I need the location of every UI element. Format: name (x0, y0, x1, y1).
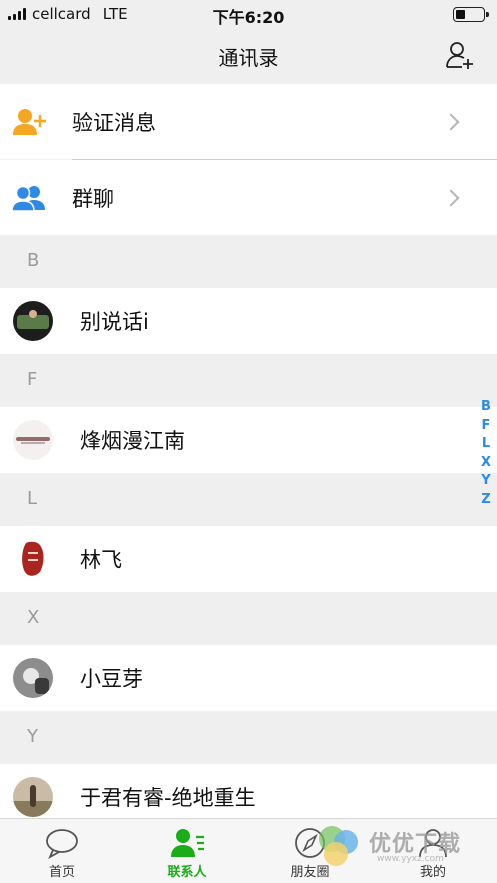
section-letter: B (27, 250, 40, 271)
group-chat-icon (12, 185, 45, 212)
avatar (13, 658, 53, 698)
contact-name: 小豆芽 (80, 667, 143, 691)
avatar (13, 539, 53, 579)
contacts-icon (171, 829, 204, 857)
section-header-y: Y (0, 711, 497, 764)
index-letter[interactable]: Z (481, 491, 490, 510)
battery-icon (453, 7, 489, 22)
tab-contacts[interactable]: 联系人 (127, 819, 247, 883)
avatar (13, 301, 53, 341)
watermark: 优优下载 www.yyxz.com (315, 822, 475, 870)
nav-bar: 通讯录 (0, 28, 497, 84)
section-header-f: F (0, 354, 497, 407)
section-header-l: L (0, 473, 497, 526)
chevron-right-icon (442, 189, 460, 206)
index-letter[interactable]: L (482, 435, 490, 454)
menu-item-group-chat[interactable]: 群聊 (0, 160, 497, 235)
menu-item-verify[interactable]: 验证消息 (0, 84, 497, 159)
contact-row[interactable]: 小豆芽 (0, 645, 497, 711)
index-letter[interactable]: X (481, 454, 491, 473)
verify-user-icon (13, 108, 46, 135)
tab-home[interactable]: 首页 (2, 819, 122, 883)
section-letter: Y (27, 726, 38, 747)
avatar (13, 777, 53, 817)
contacts-list: 验证消息 群聊 B 别说话i F 烽烟漫江南 L 林飞 X 小豆芽 Y 于君有睿… (0, 84, 497, 830)
menu-item-label: 群聊 (72, 186, 114, 211)
section-letter: F (27, 369, 38, 390)
chat-bubble-icon (46, 829, 78, 859)
avatar (13, 420, 53, 460)
seal-icon (22, 541, 44, 576)
alphabet-index[interactable]: B F L X Y Z (481, 398, 491, 509)
contact-row[interactable]: 林飞 (0, 526, 497, 592)
contact-name: 别说话i (80, 310, 149, 334)
chevron-right-icon (442, 113, 460, 130)
watermark-sub: www.yyxz.com (377, 854, 444, 864)
section-letter: X (27, 607, 40, 628)
section-letter: L (27, 488, 38, 509)
index-letter[interactable]: B (481, 398, 491, 417)
add-contact-icon[interactable] (445, 40, 475, 70)
index-letter[interactable]: Y (481, 472, 490, 491)
menu-item-label: 验证消息 (72, 110, 156, 135)
contact-row[interactable]: 别说话i (0, 288, 497, 354)
tab-label: 联系人 (167, 865, 207, 880)
contact-name: 林飞 (80, 548, 122, 572)
section-header-b: B (0, 235, 497, 288)
contact-name: 于君有睿-绝地重生 (80, 786, 256, 810)
contact-name: 烽烟漫江南 (80, 429, 185, 453)
section-header-x: X (0, 592, 497, 645)
contact-row[interactable]: 烽烟漫江南 (0, 407, 497, 473)
page-title: 通讯录 (218, 46, 279, 70)
tab-label: 首页 (48, 865, 75, 880)
index-letter[interactable]: F (482, 417, 491, 436)
watermark-logo-icon (319, 826, 358, 866)
status-time: 下午6:20 (212, 8, 285, 27)
status-bar: cellcard LTE 下午6:20 (0, 0, 497, 28)
